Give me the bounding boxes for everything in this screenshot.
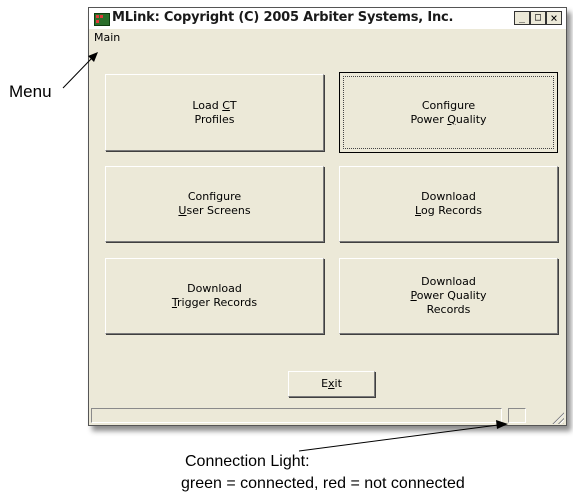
button-label: Download <box>421 190 476 203</box>
status-bar <box>89 406 566 425</box>
download-trigger-records-button[interactable]: Download Trigger Records <box>105 258 324 334</box>
button-label: User Screens <box>178 204 251 217</box>
configure-power-quality-button[interactable]: Configure Power Quality <box>339 72 558 153</box>
load-ct-profiles-button[interactable]: Load CT Profiles <box>105 74 324 151</box>
status-text-pane <box>91 408 502 423</box>
button-label: Download <box>421 275 476 288</box>
menu-annotation: Menu <box>9 82 52 101</box>
button-label: Power Quality <box>410 289 487 302</box>
resize-grip-icon[interactable] <box>551 411 564 424</box>
button-label: Records <box>426 303 471 316</box>
exit-button[interactable]: Exit <box>288 371 375 397</box>
button-label: Log Records <box>415 204 482 217</box>
maximize-button[interactable]: □ <box>530 11 546 25</box>
app-icon <box>94 13 110 26</box>
connection-arrow-line <box>298 424 499 452</box>
window-title: MLink: Copyright (C) 2005 Arbiter System… <box>112 10 454 25</box>
button-label: Power Quality <box>410 112 487 126</box>
button-label: Load CT <box>192 98 237 112</box>
button-label: Profiles <box>194 112 235 126</box>
connection-light-annotation-title: Connection Light: <box>185 453 310 470</box>
button-label: Trigger Records <box>171 296 258 309</box>
connection-light-annotation-desc: green = connected, red = not connected <box>181 475 465 492</box>
close-button[interactable]: × <box>546 11 562 25</box>
button-label: Download <box>187 282 242 295</box>
menu-bar: Main <box>89 29 566 47</box>
button-label: Configure <box>421 98 476 112</box>
download-power-quality-records-button[interactable]: Download Power Quality Records <box>339 258 558 334</box>
menu-main[interactable]: Main <box>94 31 120 44</box>
title-bar[interactable]: MLink: Copyright (C) 2005 Arbiter System… <box>89 8 566 29</box>
mlink-window: MLink: Copyright (C) 2005 Arbiter System… <box>88 7 567 426</box>
download-log-records-button[interactable]: Download Log Records <box>339 166 558 242</box>
configure-user-screens-button[interactable]: Configure User Screens <box>105 166 324 242</box>
minimize-button[interactable]: _ <box>514 11 530 25</box>
button-label: Configure <box>187 190 242 203</box>
connection-light-indicator <box>508 408 526 423</box>
